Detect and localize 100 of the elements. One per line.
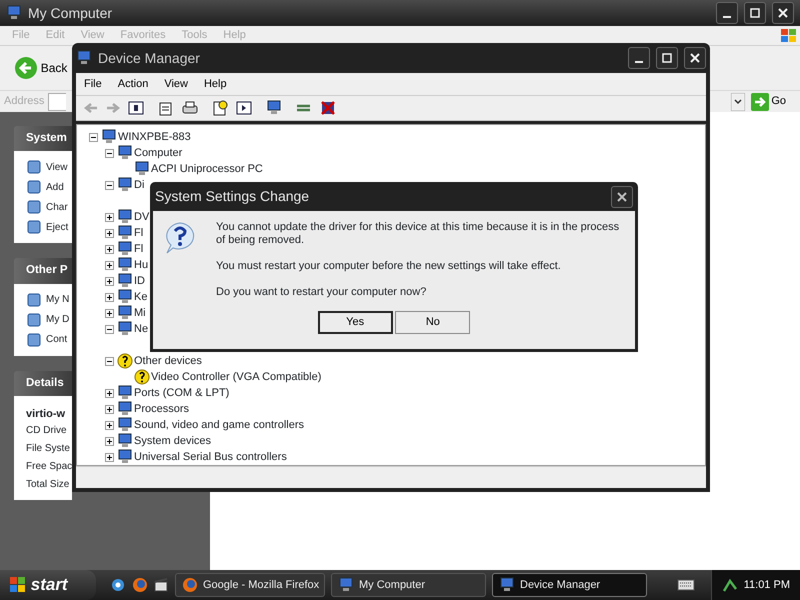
- panel-header[interactable]: System: [14, 126, 72, 152]
- tree-item[interactable]: Fl: [133, 224, 144, 242]
- printer-icon[interactable]: [182, 100, 198, 116]
- tree-item[interactable]: Sound, video and game controllers: [133, 416, 304, 434]
- collapse-toggle[interactable]: [105, 356, 114, 366]
- properties-icon[interactable]: [158, 100, 174, 116]
- expand-toggle[interactable]: [105, 260, 114, 270]
- maximize-button[interactable]: [656, 47, 678, 69]
- close-button[interactable]: [772, 2, 794, 24]
- tree-item[interactable]: Fl: [133, 240, 144, 258]
- collapse-toggle[interactable]: [105, 180, 114, 190]
- address-label: Address: [4, 94, 44, 110]
- tree-item[interactable]: Ports (COM & LPT): [133, 384, 230, 402]
- tree-item[interactable]: Processors: [133, 400, 190, 418]
- device-icon: [117, 273, 133, 289]
- window-title: Device Manager: [98, 48, 201, 68]
- collapse-toggle[interactable]: [89, 132, 98, 142]
- maximize-button[interactable]: [744, 2, 766, 24]
- expand-toggle[interactable]: [105, 212, 114, 222]
- menu-item[interactable]: File: [76, 74, 110, 94]
- task-link[interactable]: View: [46, 160, 68, 175]
- device-icon: [117, 289, 133, 305]
- task-link[interactable]: My D: [46, 312, 70, 327]
- tree-item[interactable]: Computer: [133, 144, 182, 162]
- tree-item[interactable]: Ne: [133, 320, 148, 338]
- device-icon: [117, 433, 133, 449]
- task-link[interactable]: My N: [46, 292, 70, 307]
- back-button[interactable]: Back: [8, 55, 74, 81]
- expand-toggle[interactable]: [105, 388, 114, 398]
- pane-icon[interactable]: [236, 100, 252, 116]
- detail-text: Total Size: [26, 478, 70, 492]
- computer-icon: [338, 577, 354, 593]
- expand-toggle[interactable]: [105, 308, 114, 318]
- menu-item[interactable]: Action: [110, 74, 156, 94]
- task-link[interactable]: Char: [46, 200, 68, 215]
- tree-item[interactable]: WINXPBE-883: [117, 128, 191, 146]
- minimize-button[interactable]: [628, 47, 650, 69]
- tree-item[interactable]: Other devices: [133, 352, 202, 370]
- panel-header[interactable]: Details: [14, 370, 72, 396]
- tree-item[interactable]: Hu: [133, 256, 148, 274]
- task-icon: [26, 219, 42, 236]
- expand-toggle[interactable]: [105, 228, 114, 238]
- maximize-icon: [662, 53, 672, 63]
- tree-item[interactable]: Mi: [133, 304, 146, 322]
- uninstall-icon[interactable]: [320, 100, 336, 116]
- taskbar-button[interactable]: Device Manager: [492, 573, 647, 597]
- task-link[interactable]: Cont: [46, 332, 68, 347]
- minimize-button[interactable]: [716, 2, 738, 24]
- minimize-icon: [723, 16, 731, 18]
- expand-toggle[interactable]: [105, 436, 114, 446]
- device-icon: [117, 145, 133, 161]
- computer-icon: [76, 50, 92, 66]
- expand-toggle[interactable]: [105, 452, 114, 462]
- task-icon: [26, 312, 42, 328]
- go-button[interactable]: Go: [744, 92, 792, 112]
- keyboard-icon[interactable]: [677, 578, 696, 592]
- taskbar-button[interactable]: Google - Mozilla Firefox: [175, 573, 325, 597]
- tree-pane-icon[interactable]: [128, 100, 144, 116]
- computer-icon: [101, 129, 117, 145]
- windows-logo-icon: [8, 575, 28, 595]
- start-button[interactable]: start: [0, 570, 96, 600]
- expand-toggle[interactable]: [105, 292, 114, 302]
- tree-item[interactable]: System devices: [133, 432, 212, 450]
- tree-item[interactable]: DV: [133, 208, 150, 226]
- menu-item[interactable]: View: [156, 74, 196, 94]
- minimize-icon: [635, 61, 643, 63]
- task-link[interactable]: Eject: [46, 220, 68, 235]
- dialog-button[interactable]: No: [395, 311, 470, 334]
- collapse-toggle[interactable]: [105, 148, 114, 158]
- task-icon: [26, 179, 42, 196]
- clapper-icon[interactable]: [153, 577, 169, 593]
- address-field[interactable]: [48, 92, 66, 110]
- tree-item[interactable]: Ke: [133, 288, 148, 306]
- taskbar-button[interactable]: My Computer: [331, 573, 486, 597]
- collapse-toggle[interactable]: [105, 324, 114, 334]
- expand-toggle[interactable]: [105, 276, 114, 286]
- expand-toggle[interactable]: [105, 244, 114, 254]
- dropdown-arrow-icon[interactable]: [730, 92, 745, 110]
- question-icon: [163, 221, 197, 255]
- globe-icon: [182, 577, 198, 593]
- panel-header[interactable]: Other P: [14, 258, 72, 284]
- tree-item[interactable]: ID: [133, 272, 145, 290]
- dialog-button[interactable]: Yes: [318, 311, 393, 334]
- menu-item[interactable]: Help: [196, 74, 235, 94]
- expand-toggle[interactable]: [105, 420, 114, 430]
- monitor-icon[interactable]: [266, 100, 282, 116]
- task-link[interactable]: Add: [46, 180, 64, 195]
- close-icon: [617, 192, 627, 202]
- task-icon: [26, 159, 42, 176]
- message-text: Do you want to restart your computer now?: [216, 286, 428, 299]
- tree-item[interactable]: Video Controller (VGA Compatible): [150, 368, 322, 386]
- close-button[interactable]: [684, 47, 706, 69]
- tree-item[interactable]: Di: [133, 176, 144, 194]
- tree-item[interactable]: Universal Serial Bus controllers: [133, 448, 287, 466]
- close-button[interactable]: [611, 186, 633, 208]
- device-icon: [117, 321, 133, 337]
- tree-item[interactable]: ACPI Uniprocessor PC: [150, 160, 263, 178]
- device-icon: [117, 225, 133, 241]
- expand-toggle[interactable]: [105, 404, 114, 414]
- globe-icon[interactable]: [132, 577, 148, 593]
